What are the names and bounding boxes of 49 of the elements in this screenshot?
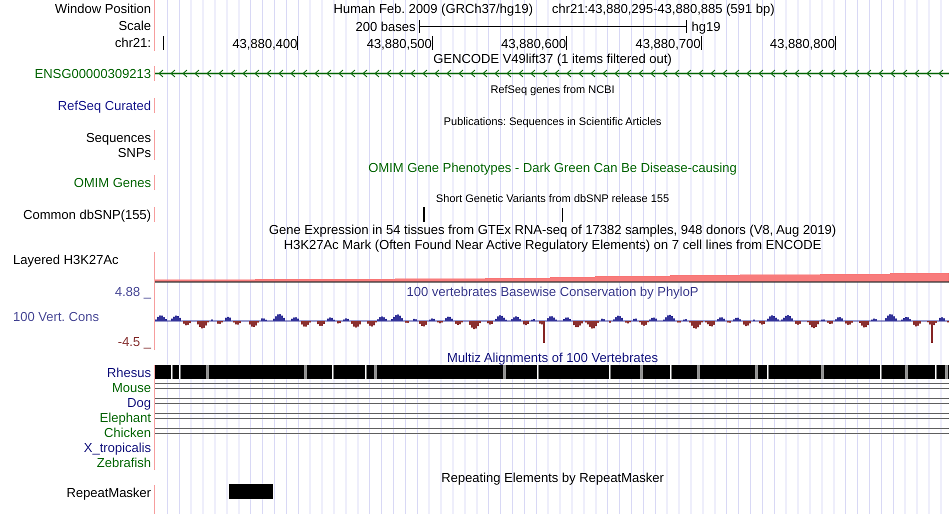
row-label: Scale	[118, 17, 152, 34]
repeat-element-block[interactable]	[229, 484, 273, 499]
track-label[interactable]: Layered H3K27Ac	[0, 252, 119, 267]
track-label[interactable]: X_tropicalis	[84, 440, 154, 455]
track-label[interactable]: 4.88 _	[114, 284, 154, 299]
track-label[interactable]: Mouse	[112, 380, 154, 395]
ruler-label: 43,880,500	[366, 36, 432, 51]
track-title: Publications: Sequences in Scientific Articles	[444, 114, 662, 130]
track-label[interactable]: Common dbSNP(155)	[23, 207, 154, 222]
track-label[interactable]: RefSeq Curated	[58, 98, 154, 113]
track-label[interactable]: SNPs	[118, 145, 154, 160]
track-label[interactable]: OMIM Genes	[74, 175, 154, 190]
track-label[interactable]: Zebrafish	[96, 455, 154, 470]
track-label[interactable]: Rhesus	[106, 365, 154, 380]
track-label[interactable]: 100 Vert. Cons	[0, 309, 99, 324]
track-label[interactable]: -4.5 _	[118, 334, 154, 349]
ruler-label: 43,880,700	[635, 36, 701, 51]
variant-mark[interactable]	[562, 208, 563, 222]
ruler-tick	[297, 36, 298, 50]
ruler-tick	[163, 36, 164, 50]
track-label[interactable]: Chicken	[104, 425, 154, 440]
track-title: Short Genetic Variants from dbSNP release 155	[436, 192, 670, 206]
track-title: Gene Expression in 54 tissues from GTEx RNA-seq of 17382 samples, 948 donors (V8, Aug 2019)	[268, 220, 836, 239]
track-label[interactable]: ENSG00000309213	[34, 66, 154, 81]
track-title: RefSeq genes from NCBI	[490, 82, 615, 98]
track-title: H3K27Ac Mark (Often Found Near Active Regulatory Elements) on 7 cell lines from ENCODE	[284, 236, 822, 254]
track-label[interactable]: Elephant	[100, 410, 154, 425]
scale-text: 200 bases	[356, 18, 416, 36]
track-title: Multiz Alignments of 100 Vertebrates	[446, 348, 658, 367]
ruler-tick	[432, 36, 433, 50]
row-label: chr21:	[114, 34, 152, 51]
track-label[interactable]: Dog	[127, 395, 154, 410]
position-text: chr21:43,880,295-43,880,885 (591 bp)	[552, 0, 775, 17]
track-label[interactable]: Sequences	[86, 130, 154, 145]
ruler-tick	[700, 36, 702, 50]
ruler-label: 43,880,600	[501, 36, 566, 51]
assembly-text: hg19	[690, 18, 722, 36]
track-label[interactable]: RepeatMasker	[66, 485, 154, 500]
track-title: OMIM Gene Phenotypes - Dark Green Can Be Disease-causing	[368, 158, 737, 177]
ruler-label: 43,880,400	[232, 36, 298, 51]
ruler-label: 43,880,800	[770, 36, 835, 51]
track-title: 100 vertebrates Basewise Conservation by PhyloP	[406, 284, 698, 299]
track-title: GENCODE V49lift37 (1 items filtered out)	[433, 50, 672, 68]
ruler-tick	[834, 36, 836, 50]
ruler-tick	[566, 36, 568, 50]
assembly-title: Human Feb. 2009 (GRCh37/hg19)	[333, 0, 533, 17]
variant-mark[interactable]	[423, 207, 425, 222]
row-label: Window Position	[54, 0, 152, 17]
track-title: Repeating Elements by RepeatMasker	[441, 468, 664, 487]
